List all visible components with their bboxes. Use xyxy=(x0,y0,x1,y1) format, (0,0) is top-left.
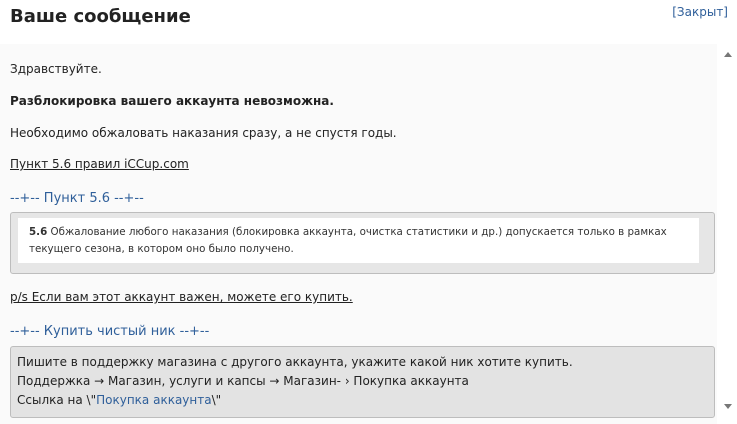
vertical-scrollbar[interactable] xyxy=(717,44,737,424)
buy-line-3-prefix: Ссылка на \" xyxy=(17,393,97,407)
appeal-note-text: Необходимо обжаловать наказания сразу, а… xyxy=(10,126,397,140)
message-body: Здравствуйте. Разблокировка вашего аккау… xyxy=(0,44,717,424)
greeting-text: Здравствуйте. xyxy=(10,62,102,76)
rule-number: 5.6 xyxy=(29,226,48,238)
scroll-down-arrow-icon[interactable] xyxy=(724,404,732,409)
buy-info-box: Пишите в поддержку магазина с другого ак… xyxy=(10,346,715,418)
ps-link[interactable]: p/s Если вам этот аккаунт важен, можете … xyxy=(10,290,353,304)
rule-text-line2: текущего сезона, в котором оно было полу… xyxy=(29,243,294,255)
rules-link[interactable]: Пункт 5.6 правил iCCup.com xyxy=(10,157,189,171)
buy-line-1: Пишите в поддержку магазина с другого ак… xyxy=(17,355,573,369)
buy-line-3-suffix: \" xyxy=(211,393,222,407)
close-link[interactable]: [Закрыт] xyxy=(672,5,728,19)
scroll-up-arrow-icon[interactable] xyxy=(724,52,732,57)
page-title: Ваше сообщение xyxy=(10,6,191,27)
message-scroll-area[interactable]: Здравствуйте. Разблокировка вашего аккау… xyxy=(0,44,737,424)
buy-line-2: Поддержка → Магазин, услуги и капсы → Ма… xyxy=(17,374,469,388)
rule-text-line1: Обжалование любого наказания (блокировка… xyxy=(47,226,667,238)
rule-quote-text: 5.6 Обжалование любого наказания (блокир… xyxy=(18,218,699,263)
buy-account-link[interactable]: Покупка аккаунта xyxy=(96,393,211,407)
buy-section-title: --+-- Купить чистый ник --+-- xyxy=(10,324,210,339)
rule-section-title: --+-- Пункт 5.6 --+-- xyxy=(10,191,144,206)
buy-line-3: Ссылка на \"Покупка аккаунта\" xyxy=(17,391,714,410)
rule-quote-box: 5.6 Обжалование любого наказания (блокир… xyxy=(10,212,715,274)
headline-text: Разблокировка вашего аккаунта невозможна… xyxy=(10,94,334,108)
